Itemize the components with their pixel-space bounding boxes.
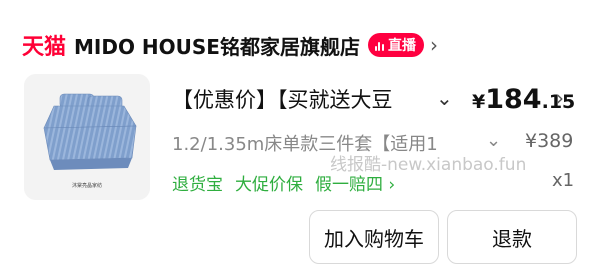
- store-header[interactable]: 天猫 MIDO HOUSE铭都家居旗舰店 直播 ›: [22, 28, 438, 62]
- original-price: ¥389: [525, 130, 574, 152]
- chevron-right-icon[interactable]: ›: [556, 86, 564, 110]
- store-name[interactable]: MIDO HOUSE铭都家居旗舰店: [74, 31, 360, 60]
- title-fade: [400, 84, 440, 120]
- add-to-cart-button[interactable]: 加入购物车: [309, 210, 439, 264]
- refund-button[interactable]: 退款: [447, 210, 577, 264]
- chevron-right-icon[interactable]: ›: [430, 33, 438, 57]
- image-caption: 沐棠亮晶家纺: [72, 182, 102, 189]
- service-tags[interactable]: 退货宝 大促价保 假一赔四 ›: [172, 170, 395, 195]
- price-integer: 184: [485, 84, 542, 115]
- service-tag: 退货宝: [172, 175, 223, 195]
- service-tag: 大促价保: [235, 175, 303, 195]
- live-bars-icon: [374, 40, 384, 51]
- price-symbol: ¥: [472, 91, 486, 113]
- quantity: x1: [552, 170, 575, 191]
- tmall-logo: 天猫: [22, 35, 67, 60]
- bedding-illustration: 沐棠亮晶家纺: [24, 74, 150, 200]
- product-image[interactable]: 沐棠亮晶家纺: [24, 74, 150, 200]
- service-tag: 假一赔四 ›: [315, 175, 396, 195]
- chevron-down-icon[interactable]: ⌄: [486, 130, 501, 151]
- live-badge[interactable]: 直播: [367, 33, 424, 57]
- live-badge-label: 直播: [387, 38, 416, 54]
- chevron-down-icon[interactable]: ⌄: [436, 86, 453, 110]
